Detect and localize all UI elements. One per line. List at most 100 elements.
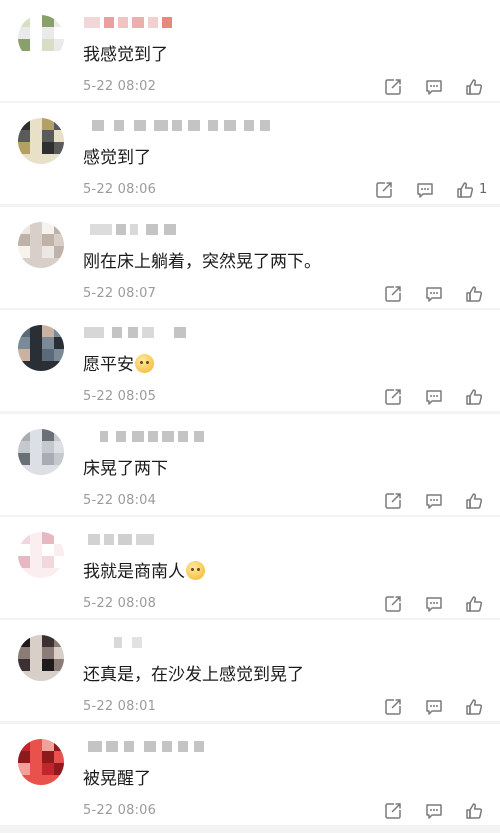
avatar[interactable] — [18, 15, 64, 61]
avatar-mosaic-cell — [54, 659, 64, 671]
redaction-block — [194, 431, 204, 442]
avatar[interactable] — [18, 222, 64, 268]
avatar-mosaic-cell — [54, 429, 64, 441]
username-redacted[interactable] — [84, 15, 284, 31]
avatar-mosaic-cell — [42, 361, 54, 371]
like-icon[interactable] — [464, 697, 484, 717]
avatar[interactable] — [18, 325, 64, 371]
comment-icon[interactable] — [424, 491, 444, 511]
like-icon[interactable] — [464, 284, 484, 304]
username-redacted[interactable] — [84, 222, 284, 238]
avatar-mosaic-cell — [18, 532, 30, 544]
redaction-block — [178, 741, 188, 752]
username-redacted[interactable] — [84, 532, 284, 548]
redaction-block — [224, 120, 236, 131]
comment-item: 还真是，在沙发上感觉到晃了 5-22 08:01 — [0, 620, 500, 721]
avatar-mosaic-cell — [42, 441, 54, 453]
like-icon[interactable] — [464, 491, 484, 511]
comment-text: 感觉到了 — [83, 148, 151, 168]
comment-actions — [374, 697, 484, 717]
avatar-mosaic-cell — [42, 647, 54, 659]
avatar-mosaic-cell — [42, 568, 54, 578]
avatar-mosaic-cell — [30, 337, 42, 349]
avatar-mosaic-cell — [54, 15, 64, 27]
avatar-mosaic-cell — [18, 154, 30, 164]
username-redacted[interactable] — [84, 429, 284, 445]
share-icon[interactable] — [383, 284, 403, 304]
avatar-mosaic-cell — [42, 130, 54, 142]
comment-icon[interactable] — [424, 284, 444, 304]
share-icon[interactable] — [383, 594, 403, 614]
comment-icon[interactable] — [424, 801, 444, 821]
redaction-block — [132, 17, 144, 28]
avatar-mosaic-cell — [42, 39, 54, 51]
avatar-mosaic-cell — [54, 142, 64, 154]
comment-timestamp: 5-22 08:07 — [83, 286, 157, 301]
share-icon[interactable] — [383, 491, 403, 511]
comment-icon[interactable] — [424, 77, 444, 97]
avatar-mosaic-cell — [30, 130, 42, 142]
comment-item: 愿平安 5-22 08:05 — [0, 310, 500, 411]
comment-text: 刚在床上躺着，突然晃了两下。 — [83, 252, 321, 272]
avatar[interactable] — [18, 635, 64, 681]
avatar-mosaic-cell — [18, 51, 30, 61]
avatar-mosaic-cell — [54, 27, 64, 39]
redaction-block — [116, 224, 126, 235]
redaction-block — [104, 534, 114, 545]
avatar-mosaic-cell — [54, 234, 64, 246]
redaction-block — [84, 327, 104, 338]
username-redacted[interactable] — [84, 635, 284, 651]
comment-icon[interactable] — [424, 697, 444, 717]
comment-item: 感觉到了 5-22 08:06 1 — [0, 103, 500, 204]
avatar-mosaic-cell — [18, 568, 30, 578]
avatar-mosaic-cell — [30, 465, 42, 475]
share-icon[interactable] — [383, 801, 403, 821]
share-icon[interactable] — [383, 77, 403, 97]
share-icon[interactable] — [383, 697, 403, 717]
share-icon[interactable] — [374, 180, 394, 200]
avatar-mosaic-cell — [42, 556, 54, 568]
avatar-mosaic-cell — [18, 544, 30, 556]
avatar[interactable] — [18, 739, 64, 785]
comment-text: 床晃了两下 — [83, 459, 168, 479]
avatar-mosaic-cell — [54, 39, 64, 51]
avatar-mosaic-cell — [18, 453, 30, 465]
avatar-mosaic-cell — [18, 118, 30, 130]
share-icon[interactable] — [383, 387, 403, 407]
avatar-mosaic-cell — [18, 15, 30, 27]
like-icon[interactable] — [464, 801, 484, 821]
avatar-mosaic-cell — [54, 337, 64, 349]
comment-item: 床晃了两下 5-22 08:04 — [0, 414, 500, 515]
redaction-block — [134, 120, 146, 131]
comment-text-body: 我就是商南人 — [83, 562, 185, 582]
redaction-block — [104, 17, 114, 28]
avatar-mosaic-cell — [30, 739, 42, 751]
comment-item: 刚在床上躺着，突然晃了两下。 5-22 08:07 — [0, 207, 500, 308]
comment-actions — [374, 77, 484, 97]
like-icon[interactable]: 1 — [455, 180, 487, 200]
like-icon[interactable] — [464, 387, 484, 407]
comment-icon[interactable] — [424, 387, 444, 407]
like-icon[interactable] — [464, 77, 484, 97]
username-redacted[interactable] — [84, 118, 284, 134]
avatar-mosaic-cell — [42, 246, 54, 258]
comment-timestamp: 5-22 08:06 — [83, 182, 157, 197]
like-icon[interactable] — [464, 594, 484, 614]
avatar-mosaic-cell — [54, 635, 64, 647]
redaction-block — [100, 431, 108, 442]
username-redacted[interactable] — [84, 739, 284, 755]
avatar[interactable] — [18, 532, 64, 578]
comment-icon[interactable] — [415, 180, 435, 200]
redaction-block — [128, 327, 138, 338]
comment-icon[interactable] — [424, 594, 444, 614]
avatar[interactable] — [18, 118, 64, 164]
like-count: 1 — [479, 182, 488, 197]
avatar-mosaic-cell — [30, 763, 42, 775]
username-redacted[interactable] — [84, 325, 284, 341]
avatar[interactable] — [18, 429, 64, 475]
redaction-block — [114, 637, 122, 648]
avatar-mosaic-cell — [30, 51, 42, 61]
avatar-mosaic-cell — [30, 532, 42, 544]
redaction-block — [84, 17, 100, 28]
comment-text: 被晃醒了 — [83, 769, 151, 789]
